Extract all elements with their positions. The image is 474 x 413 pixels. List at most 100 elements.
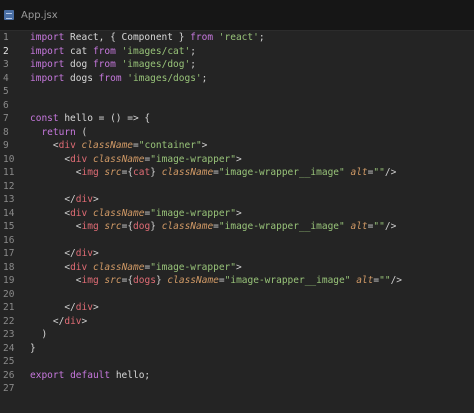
code-line[interactable]: </div> (30, 315, 87, 329)
code-line[interactable]: <img src={cat} className="image-wrapper_… (30, 166, 397, 180)
code-line[interactable]: import React, { Component } from 'react'… (30, 31, 265, 45)
line-number: 22 (3, 315, 15, 327)
code-token: "image-wrapper__image" (218, 221, 345, 232)
code-token: 'images/dog' (121, 59, 191, 70)
code-token: export (30, 369, 65, 381)
code-line[interactable]: <div className="container"> (30, 139, 208, 153)
code-line[interactable]: <div className="image-wrapper"> (30, 207, 241, 221)
code-line[interactable]: </div> (30, 247, 98, 261)
code-token: src (104, 167, 122, 178)
code-token: > (81, 315, 88, 327)
code-token: ; (201, 72, 208, 84)
code-token: > (235, 261, 242, 273)
code-token: } (30, 342, 36, 354)
code-token: className (92, 207, 145, 219)
code-token: React, { Component } (64, 32, 191, 43)
line-number: 16 (3, 234, 15, 246)
code-token: "image-wrapper__image" (224, 275, 351, 286)
line-number: 21 (3, 302, 15, 313)
code-token: import (30, 59, 65, 70)
code-line[interactable]: return ( (30, 126, 87, 140)
code-token: > (201, 140, 208, 151)
code-token: className (161, 167, 214, 178)
tab-bar: App.jsx (0, 0, 474, 31)
code-line[interactable]: ) (30, 328, 47, 342)
line-number: 2 (3, 45, 9, 57)
code-line[interactable]: } (30, 342, 36, 356)
code-token: "image-wrapper" (150, 153, 236, 165)
code-token: > (235, 153, 242, 165)
code-token: from (98, 72, 122, 84)
code-token: from (190, 32, 214, 43)
code-token: const (30, 113, 59, 124)
line-number: 20 (3, 288, 15, 300)
code-token: ; (190, 45, 196, 57)
code-token: div (64, 315, 82, 327)
code-token: "" (373, 167, 385, 178)
code-token: "image-wrapper" (150, 261, 236, 273)
code-line[interactable]: <img src={dog} className="image-wrapper_… (30, 220, 397, 234)
code-line[interactable]: const hello = () => { (30, 112, 150, 126)
code-line[interactable]: </div> (30, 301, 98, 315)
code-token: ( (75, 126, 88, 138)
code-token: dogs (64, 72, 99, 84)
code-editor[interactable]: 1 2 3 4 5 6 7 8 9 10 11 12 13 14 15 16 17 18 19 20 21 22 23 24 2… (0, 31, 474, 413)
code-token: /> (390, 275, 403, 286)
code-token: hello; (110, 369, 151, 381)
code-line[interactable]: <img src={dogs} className="image-wrapper… (30, 274, 402, 288)
editor-window: App.jsx 1 2 3 4 5 6 7 8 9 10 11 12 13 14 15 16 17 18 19 20 2… (0, 0, 474, 413)
code-token: alt (356, 275, 374, 286)
code-token: "" (379, 275, 391, 286)
line-number: 6 (3, 99, 9, 111)
line-number: 4 (3, 72, 9, 84)
code-token: ) (30, 329, 48, 340)
line-number: 5 (3, 86, 9, 97)
line-number: 8 (3, 126, 9, 138)
code-line[interactable]: <div className="image-wrapper"> (30, 261, 242, 275)
line-number: 14 (3, 207, 15, 219)
code-token: "image-wrapper__image" (218, 167, 345, 178)
code-token: className (167, 275, 219, 286)
code-token: /> (384, 221, 397, 232)
code-token: dog (133, 221, 151, 232)
line-number: 26 (3, 369, 15, 381)
code-token: dog (64, 59, 93, 70)
code-line[interactable]: export default hello; (30, 369, 150, 383)
code-line[interactable]: <div className="image-wrapper"> (30, 153, 242, 167)
code-token: div (70, 261, 88, 273)
code-line[interactable]: import cat from 'images/cat'; (30, 45, 196, 59)
code-token: div (75, 302, 93, 313)
code-token: 'images/dogs' (127, 72, 202, 84)
line-number: 15 (3, 221, 15, 232)
code-token: div (70, 153, 88, 165)
line-number-gutter: 1 2 3 4 5 6 7 8 9 10 11 12 13 14 15 16 17 18 19 20 21 22 23 24 2… (0, 31, 22, 413)
code-token: div (70, 207, 88, 219)
line-number: 24 (3, 342, 15, 354)
line-number: 25 (3, 356, 15, 367)
code-token: </ (64, 302, 76, 313)
code-token: </ (64, 194, 76, 205)
code-token: 'react' (218, 32, 259, 43)
line-number: 12 (3, 180, 15, 192)
code-token: "" (373, 221, 385, 232)
code-token: className (81, 140, 134, 151)
code-line[interactable]: </div> (30, 193, 98, 207)
code-token: ; (190, 59, 196, 70)
code-line[interactable]: import dog from 'images/dog'; (30, 58, 196, 72)
tab-app-jsx[interactable]: App.jsx (0, 0, 150, 30)
code-line[interactable]: import dogs from 'images/dogs'; (30, 72, 207, 86)
code-token: div (75, 248, 93, 259)
line-number: 17 (3, 248, 15, 259)
line-number: 10 (3, 153, 15, 165)
code-token: alt (350, 167, 368, 178)
code-token: return (41, 126, 76, 138)
